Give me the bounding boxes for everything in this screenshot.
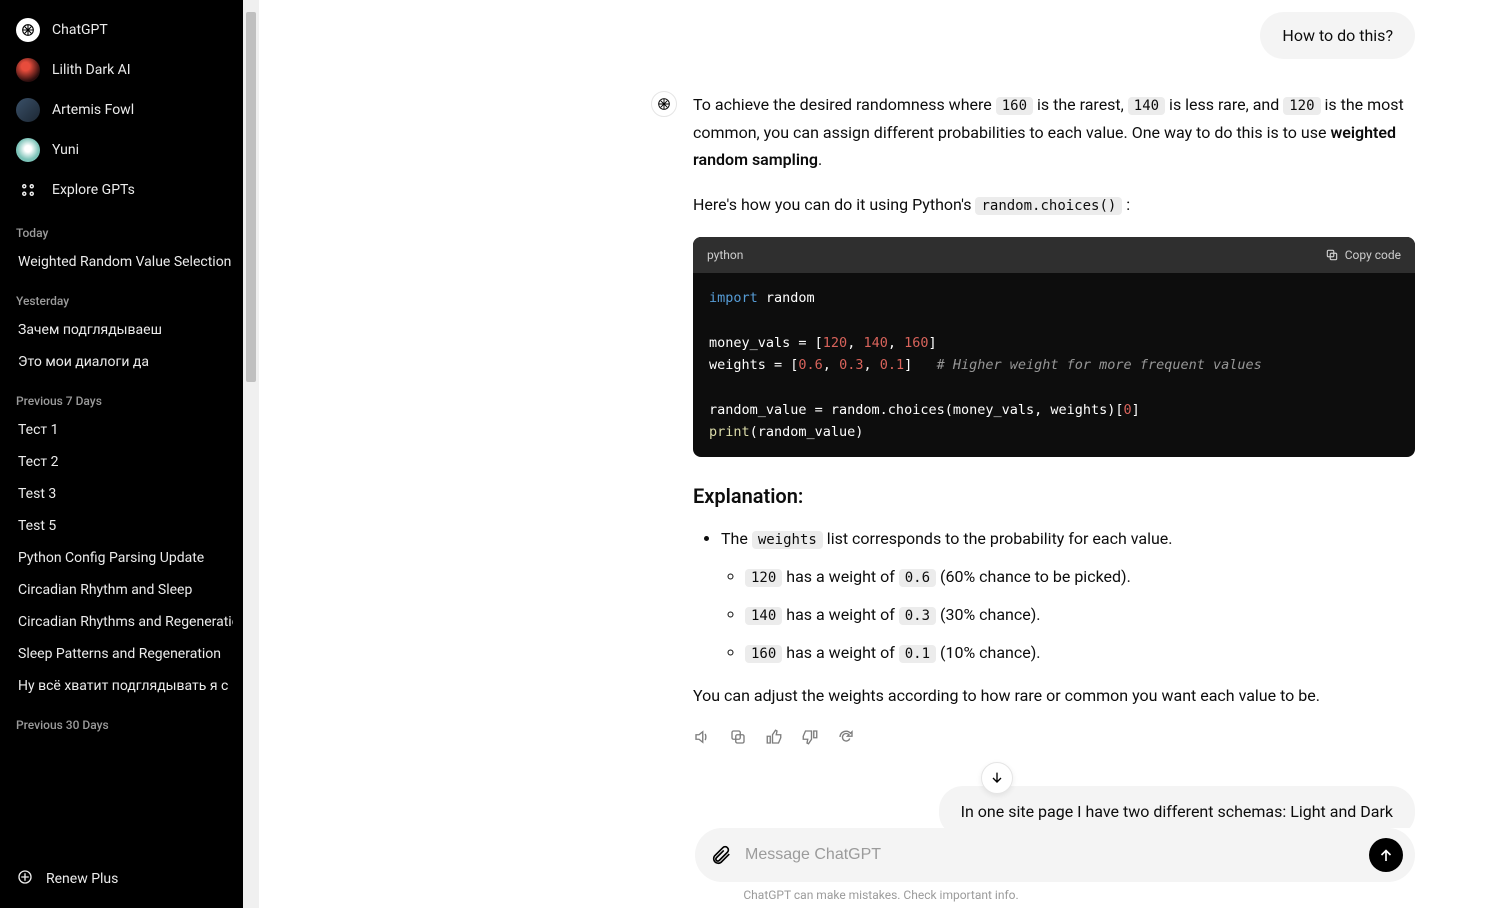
explore-label: Explore GPTs (52, 182, 135, 198)
renew-label: Renew Plus (46, 871, 118, 887)
conversation-item[interactable]: Circadian Rhythm and Sleep (10, 574, 233, 606)
attach-button[interactable] (707, 841, 735, 869)
inline-code: weights (752, 531, 823, 549)
gpt-label: Lilith Dark AI (52, 62, 131, 78)
conversation-item[interactable]: Sleep Patterns and Regeneration (10, 638, 233, 670)
conversation-item[interactable]: Test 3 (10, 478, 233, 510)
conversation-item[interactable]: Тест 2 (10, 446, 233, 478)
conversation-item[interactable]: Тест 1 (10, 414, 233, 446)
section-prev30: Previous 30 Days (10, 702, 233, 738)
gpt-artemis[interactable]: Artemis Fowl (10, 90, 233, 130)
assistant-paragraph: You can adjust the weights according to … (693, 682, 1415, 709)
list-item: 160 has a weight of 0.1 (10% chance). (745, 639, 1415, 667)
arrow-up-icon (1377, 846, 1395, 864)
code-header: python Copy code (693, 237, 1415, 273)
gpt-chatgpt[interactable]: ChatGPT (10, 10, 233, 50)
avatar-icon (16, 138, 40, 162)
sidebar-scrollbar-track[interactable] (243, 0, 259, 908)
list-item: 120 has a weight of 0.6 (60% chance to b… (745, 563, 1415, 591)
inline-code: 0.6 (899, 569, 936, 587)
assistant-paragraph: To achieve the desired randomness where … (693, 91, 1415, 173)
section-yesterday: Yesterday (10, 278, 233, 314)
main-area: How to do this? To achieve the desired r… (259, 0, 1503, 908)
message-input[interactable] (745, 846, 1359, 864)
sparkle-icon (16, 868, 34, 890)
gpt-yuni[interactable]: Yuni (10, 130, 233, 170)
copy-code-button[interactable]: Copy code (1325, 245, 1401, 265)
code-body: import random money_vals = [120, 140, 16… (693, 273, 1415, 457)
message-actions (693, 728, 1415, 746)
inline-code: 0.1 (899, 645, 936, 663)
assistant-paragraph: Here's how you can do it using Python's … (693, 191, 1415, 219)
assistant-content: To achieve the desired randomness where … (693, 91, 1415, 746)
chat-scroll[interactable]: How to do this? To achieve the desired r… (259, 0, 1503, 908)
copy-icon (1325, 248, 1339, 262)
composer (695, 828, 1415, 882)
list-item: 140 has a weight of 0.3 (30% chance). (745, 601, 1415, 629)
gpt-label: Yuni (52, 142, 79, 158)
renew-plus[interactable]: Renew Plus (10, 860, 233, 898)
inline-code: 140 (1128, 97, 1165, 115)
inline-code: 120 (745, 569, 782, 587)
sidebar: ChatGPT Lilith Dark AI Artemis Fowl Yuni… (0, 0, 243, 908)
explanation-list: The weights list corresponds to the prob… (721, 525, 1415, 666)
list-item: The weights list corresponds to the prob… (721, 525, 1415, 666)
gpt-label: ChatGPT (52, 22, 108, 38)
inline-code: 140 (745, 607, 782, 625)
disclaimer-text: ChatGPT can make mistakes. Check importa… (259, 888, 1503, 902)
conversation-item[interactable]: Test 5 (10, 510, 233, 542)
conversation-item[interactable]: Circadian Rhythms and Regeneration (10, 606, 233, 638)
inline-code: 0.3 (899, 607, 936, 625)
scroll-to-bottom-button[interactable] (981, 762, 1013, 794)
code-lang: python (707, 245, 743, 265)
user-message: How to do this? (1260, 12, 1415, 59)
conversation-item[interactable]: Зачем подглядываеш (10, 314, 233, 346)
user-message-row: How to do this? (695, 12, 1415, 59)
thumbs-down-icon[interactable] (801, 728, 819, 746)
sidebar-footer: Renew Plus (0, 850, 243, 898)
scrollbar-thumb[interactable] (246, 12, 256, 382)
send-button[interactable] (1369, 838, 1403, 872)
copy-icon[interactable] (729, 728, 747, 746)
code-block: python Copy code import random money_val… (693, 237, 1415, 457)
regenerate-icon[interactable] (837, 728, 855, 746)
paperclip-icon (710, 844, 732, 866)
conversation-item[interactable]: Это мои диалоги да (10, 346, 233, 378)
inline-code: 120 (1283, 97, 1320, 115)
sidebar-scroll: ChatGPT Lilith Dark AI Artemis Fowl Yuni… (0, 10, 243, 850)
grid-icon (16, 178, 40, 202)
conversation-item[interactable]: Python Config Parsing Update (10, 542, 233, 574)
assistant-message-row: To achieve the desired randomness where … (695, 91, 1415, 770)
gpt-lilith[interactable]: Lilith Dark AI (10, 50, 233, 90)
avatar-icon (16, 98, 40, 122)
arrow-down-icon (989, 770, 1005, 786)
inline-code: 160 (745, 645, 782, 663)
chatgpt-logo-icon (16, 18, 40, 42)
conversation-item[interactable]: Weighted Random Value Selection (10, 246, 233, 278)
explanation-heading: Explanation: (693, 479, 1415, 513)
avatar-icon (16, 58, 40, 82)
assistant-avatar-icon (651, 91, 677, 117)
thumbs-up-icon[interactable] (765, 728, 783, 746)
read-aloud-icon[interactable] (693, 728, 711, 746)
composer-area: ChatGPT can make mistakes. Check importa… (259, 828, 1503, 908)
section-today: Today (10, 210, 233, 246)
explore-gpts[interactable]: Explore GPTs (10, 170, 233, 210)
conversation-item[interactable]: Ну всё хватит подглядывать я с (10, 670, 233, 702)
inline-code: random.choices() (975, 197, 1122, 215)
gpt-label: Artemis Fowl (52, 102, 134, 118)
section-prev7: Previous 7 Days (10, 378, 233, 414)
inline-code: 160 (996, 97, 1033, 115)
